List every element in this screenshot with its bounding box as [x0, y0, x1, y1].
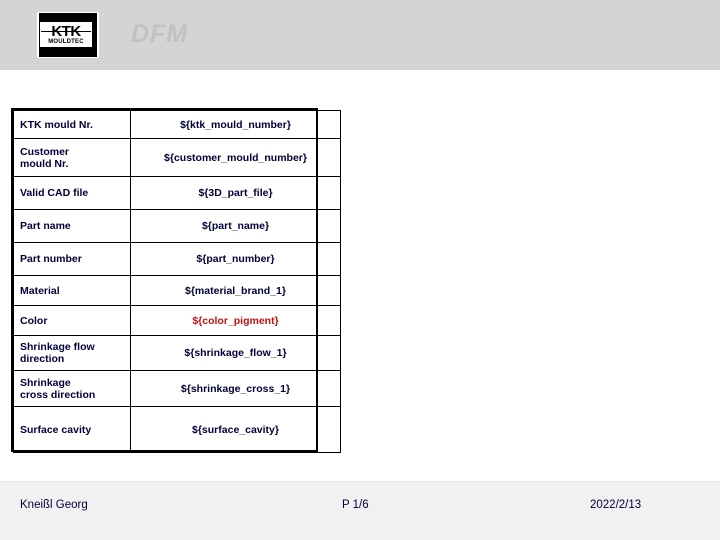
- row-label-surface-cavity: Surface cavity: [13, 406, 131, 453]
- row-label-shrinkage-cross-direction: Shrinkage cross direction: [13, 370, 131, 407]
- row-value-customer-mould-nr[interactable]: ${customer_mould_number}: [130, 138, 341, 177]
- table-row: Material ${material_brand_1}: [13, 275, 341, 306]
- row-value-ktk-mould-nr[interactable]: ${ktk_mould_number}: [130, 110, 341, 139]
- row-label-material: Material: [13, 275, 131, 306]
- footer-page-number: P 1/6: [342, 499, 369, 511]
- table-row: Customer mould Nr. ${customer_mould_numb…: [13, 138, 341, 177]
- table-row: Color ${color_pigment}: [13, 305, 341, 336]
- row-value-color[interactable]: ${color_pigment}: [130, 305, 341, 336]
- table-row: Shrinkage flow direction ${shrinkage_flo…: [13, 335, 341, 371]
- table-row: Surface cavity ${surface_cavity}: [13, 406, 341, 453]
- header-band: KTK MOULDTEC DFM: [0, 0, 720, 70]
- table-row: Shrinkage cross direction ${shrinkage_cr…: [13, 370, 341, 407]
- footer-date: 2022/2/13: [590, 499, 642, 511]
- row-label-part-number: Part number: [13, 242, 131, 276]
- table-row: Part number ${part_number}: [13, 242, 341, 276]
- row-value-surface-cavity[interactable]: ${surface_cavity}: [130, 406, 341, 453]
- row-value-part-name[interactable]: ${part_name}: [130, 209, 341, 243]
- logo-sub-text: MOULDTEC: [48, 39, 84, 45]
- ktk-mouldtec-logo: KTK MOULDTEC: [37, 12, 99, 58]
- row-label-color: Color: [13, 305, 131, 336]
- table-row: KTK mould Nr. ${ktk_mould_number}: [13, 110, 341, 139]
- mould-spec-table: KTK mould Nr. ${ktk_mould_number} Custom…: [13, 110, 341, 453]
- table-row: Part name ${part_name}: [13, 209, 341, 243]
- row-value-valid-cad-file[interactable]: ${3D_part_file}: [130, 176, 341, 210]
- row-label-shrinkage-flow-direction: Shrinkage flow direction: [13, 335, 131, 371]
- logo-white-plate: KTK MOULDTEC: [40, 22, 92, 47]
- mould-spec-table-body: KTK mould Nr. ${ktk_mould_number} Custom…: [13, 110, 341, 453]
- row-label-valid-cad-file: Valid CAD file: [13, 176, 131, 210]
- table-row: Valid CAD file ${3D_part_file}: [13, 176, 341, 210]
- footer-bar: Kneißl Georg P 1/6 2022/2/13: [0, 482, 720, 540]
- row-value-part-number[interactable]: ${part_number}: [130, 242, 341, 276]
- row-label-part-name: Part name: [13, 209, 131, 243]
- row-label-ktk-mould-nr: KTK mould Nr.: [13, 110, 131, 139]
- row-value-shrinkage-flow-direction[interactable]: ${shrinkage_flow_1}: [130, 335, 341, 371]
- footer-author: Kneißl Georg: [20, 499, 88, 511]
- row-value-shrinkage-cross-direction[interactable]: ${shrinkage_cross_1}: [130, 370, 341, 407]
- row-value-material[interactable]: ${material_brand_1}: [130, 275, 341, 306]
- row-label-customer-mould-nr: Customer mould Nr.: [13, 138, 131, 177]
- logo-strike-line: [41, 31, 91, 32]
- page-title: DFM: [131, 20, 189, 48]
